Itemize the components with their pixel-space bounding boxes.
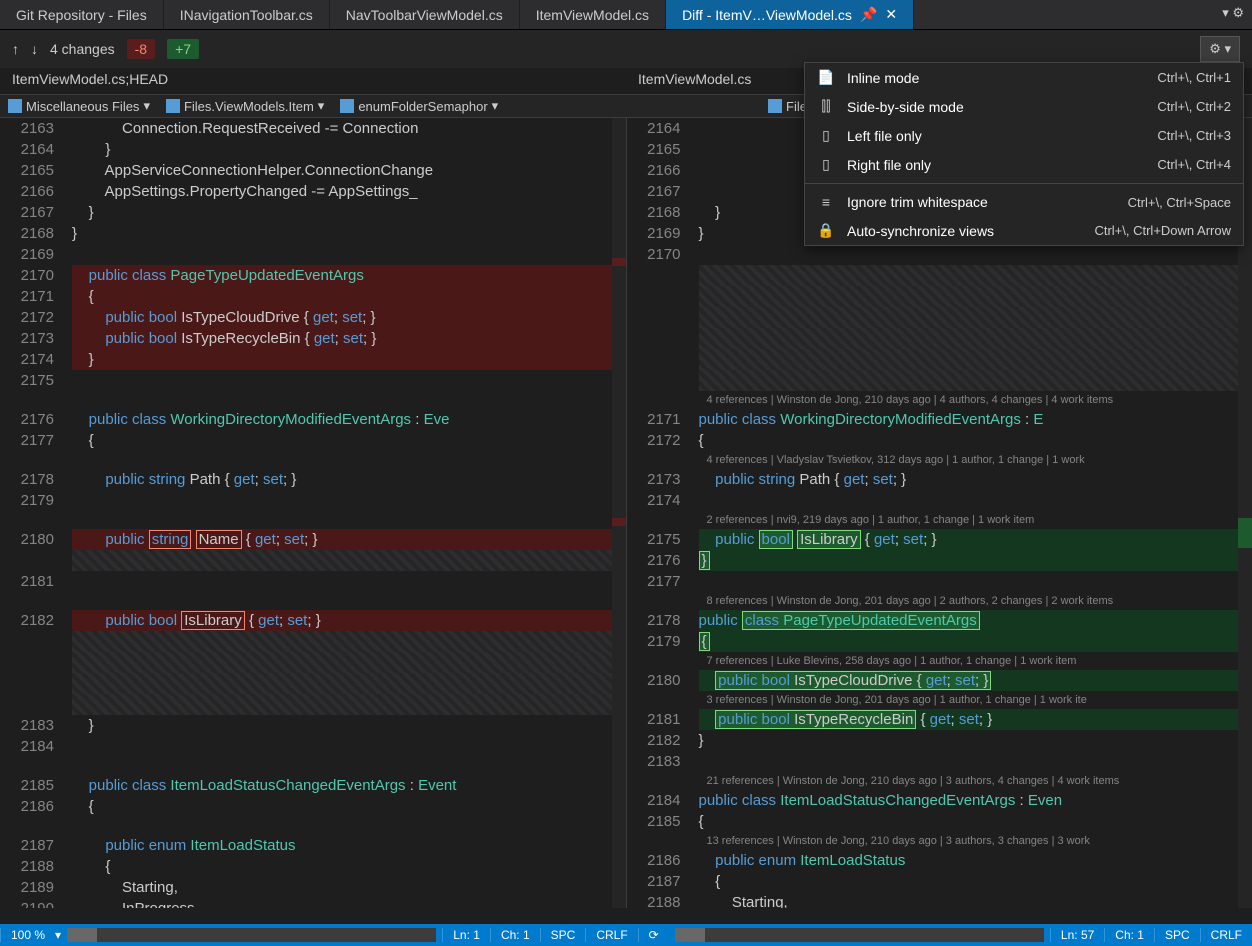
menu-item-label: Left file only xyxy=(847,128,1145,144)
crumb-label: enumFolderSemaphor xyxy=(358,99,487,114)
csharp-icon xyxy=(768,99,782,113)
left-gutter: 2163216421652166216721682169217021712172… xyxy=(0,118,70,908)
status-bar: 100 % ▾ Ln: 1 Ch: 1 SPC CRLF ⟳ Ln: 57 Ch… xyxy=(0,924,1252,946)
scroll-thumb[interactable] xyxy=(675,928,705,942)
tab-diff-label: Diff - ItemV…ViewModel.cs xyxy=(682,7,852,23)
crumb-ns[interactable]: Files.ViewModels.Item ▾ xyxy=(158,95,332,117)
scrollbar-right[interactable] xyxy=(675,928,1044,942)
tab-git-repo[interactable]: Git Repository - Files xyxy=(0,0,164,29)
menu-item-icon: ▯ xyxy=(817,156,835,173)
zoom-dropdown-icon[interactable]: ▾ xyxy=(55,928,61,942)
menu-item-ignore-trim-whitespace[interactable]: ≡ Ignore trim whitespace Ctrl+\, Ctrl+Spac… xyxy=(805,188,1243,216)
scroll-thumb[interactable] xyxy=(67,928,97,942)
status-ln-left: Ln: 1 xyxy=(442,928,490,942)
csharp-icon xyxy=(8,99,22,113)
menu-item-left-file-only[interactable]: ▯ Left file only Ctrl+\, Ctrl+3 xyxy=(805,121,1243,150)
tab-itemvm[interactable]: ItemViewModel.cs xyxy=(520,0,666,29)
status-crlf-right: CRLF xyxy=(1200,928,1252,942)
field-icon xyxy=(340,99,354,113)
minimap-left[interactable] xyxy=(612,118,626,908)
zoom-level[interactable]: 100 % xyxy=(0,928,55,942)
crumb-label: Miscellaneous Files xyxy=(26,99,139,114)
left-pane[interactable]: 2163216421652166216721682169217021712172… xyxy=(0,118,627,908)
tab-diff[interactable]: Diff - ItemV…ViewModel.cs 📌 ✕ xyxy=(666,0,914,29)
status-spc-right: SPC xyxy=(1154,928,1200,942)
menu-item-shortcut: Ctrl+\, Ctrl+1 xyxy=(1157,70,1231,85)
next-change-icon[interactable]: ↓ xyxy=(31,41,38,57)
menu-item-label: Side-by-side mode xyxy=(847,99,1145,115)
menu-item-side-by-side-mode[interactable]: ⫿⫿ Side-by-side mode Ctrl+\, Ctrl+2 xyxy=(805,92,1243,121)
menu-item-shortcut: Ctrl+\, Ctrl+2 xyxy=(1157,99,1231,114)
right-gutter: 2164216521662167216821692170217121722173… xyxy=(627,118,697,908)
prev-change-icon[interactable]: ↑ xyxy=(12,41,19,57)
status-ch-right: Ch: 1 xyxy=(1104,928,1154,942)
pin-icon[interactable]: 📌 xyxy=(860,6,877,23)
left-filename: ItemViewModel.cs;HEAD xyxy=(0,68,626,94)
close-icon[interactable]: ✕ xyxy=(885,6,897,23)
menu-item-label: Auto-synchronize views xyxy=(847,223,1082,239)
scrollbar-left[interactable] xyxy=(67,928,436,942)
changes-count: 4 changes xyxy=(50,41,115,57)
menu-item-icon: 📄 xyxy=(817,69,835,86)
menu-item-shortcut: Ctrl+\, Ctrl+Space xyxy=(1128,195,1231,210)
window-menu-icon[interactable]: ▾ ⚙ xyxy=(1214,0,1252,29)
crumb-misc[interactable]: Miscellaneous Files ▾ xyxy=(0,95,158,117)
menu-item-right-file-only[interactable]: ▯ Right file only Ctrl+\, Ctrl+4 xyxy=(805,150,1243,179)
status-sync-icon[interactable]: ⟳ xyxy=(638,928,669,942)
crumb-member[interactable]: enumFolderSemaphor ▾ xyxy=(332,95,506,117)
status-ln-right: Ln: 57 xyxy=(1050,928,1104,942)
status-crlf-left: CRLF xyxy=(585,928,637,942)
deletions-badge: -8 xyxy=(127,39,155,59)
menu-item-icon: ▯ xyxy=(817,127,835,144)
menu-item-auto-synchronize-views[interactable]: 🔒 Auto-synchronize views Ctrl+\, Ctrl+Down… xyxy=(805,216,1243,245)
left-code[interactable]: Connection.RequestReceived -= Connection… xyxy=(72,118,626,908)
crumb-label: Files.ViewModels.Item xyxy=(184,99,314,114)
menu-item-icon: ⫿⫿ xyxy=(817,98,835,115)
additions-badge: +7 xyxy=(167,39,199,59)
tab-navtoolbar[interactable]: NavToolbarViewModel.cs xyxy=(330,0,520,29)
status-spc-left: SPC xyxy=(540,928,586,942)
tab-bar: Git Repository - Files INavigationToolba… xyxy=(0,0,1252,30)
menu-item-label: Ignore trim whitespace xyxy=(847,194,1116,210)
menu-item-icon: ≡ xyxy=(817,194,835,210)
menu-item-icon: 🔒 xyxy=(817,222,835,239)
settings-button[interactable]: ⚙ ▾ xyxy=(1200,36,1240,62)
menu-item-shortcut: Ctrl+\, Ctrl+4 xyxy=(1157,157,1231,172)
menu-item-inline-mode[interactable]: 📄 Inline mode Ctrl+\, Ctrl+1 xyxy=(805,63,1243,92)
diff-settings-menu: 📄 Inline mode Ctrl+\, Ctrl+1 ⫿⫿ Side-by-side… xyxy=(804,62,1244,246)
menu-item-label: Right file only xyxy=(847,157,1145,173)
namespace-icon xyxy=(166,99,180,113)
tab-inav[interactable]: INavigationToolbar.cs xyxy=(164,0,330,29)
status-ch-left: Ch: 1 xyxy=(490,928,540,942)
menu-item-label: Inline mode xyxy=(847,70,1145,86)
menu-item-shortcut: Ctrl+\, Ctrl+3 xyxy=(1157,128,1231,143)
menu-item-shortcut: Ctrl+\, Ctrl+Down Arrow xyxy=(1094,223,1231,238)
